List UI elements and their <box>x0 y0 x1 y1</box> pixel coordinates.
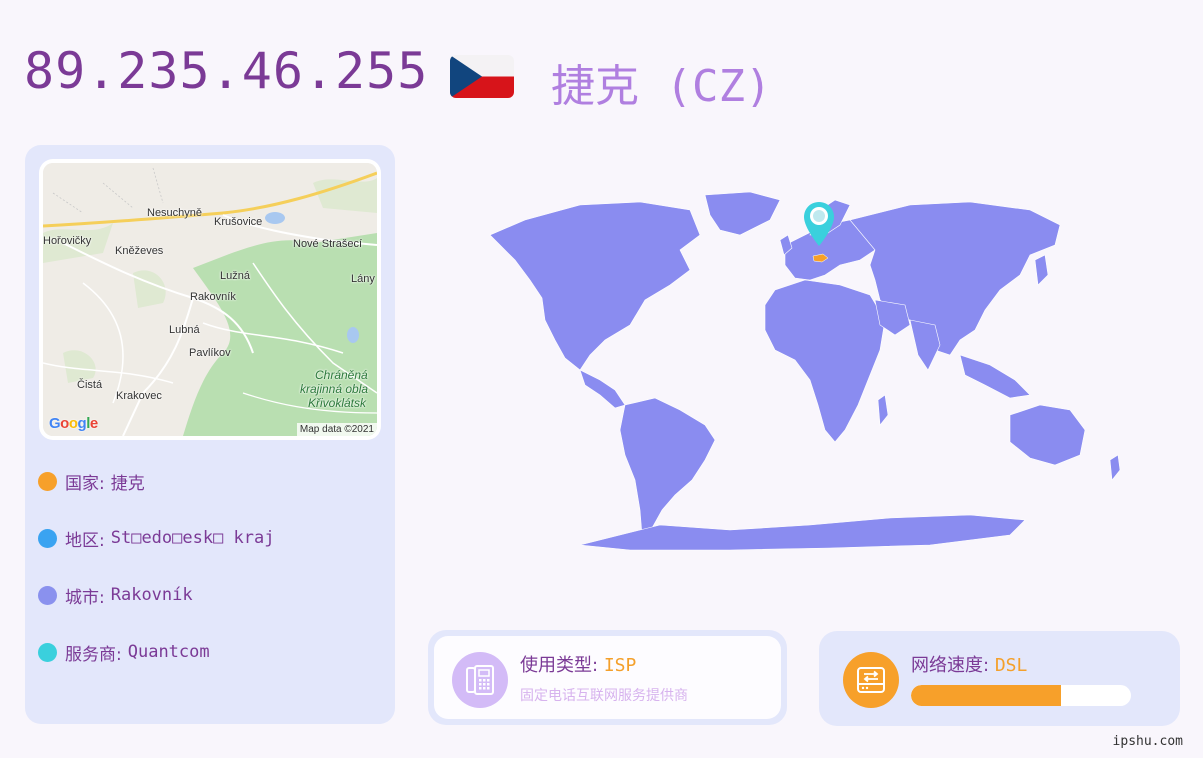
map-label-park-2: krajinná obla <box>300 382 369 396</box>
isp-dot-icon <box>38 642 57 662</box>
info-row-country: 国家: 捷克 <box>38 469 145 494</box>
map-credit: Map data ©2021 <box>296 423 377 436</box>
telephone-icon <box>452 652 508 708</box>
city-dot-icon <box>38 585 57 605</box>
usage-type-subtitle: 固定电话互联网服务提供商 <box>520 688 688 704</box>
speed-bar <box>911 685 1131 706</box>
map-label-krusovice: Krušovice <box>214 216 263 228</box>
location-pin-icon <box>803 201 835 251</box>
network-speed-label: 网络速度: <box>911 655 990 676</box>
ip-address: 89.235.46.255 <box>24 42 429 100</box>
world-map <box>430 180 1150 560</box>
map-label-park-1: Chráněná <box>315 368 368 382</box>
map-label-cista: Čistá <box>77 379 103 391</box>
map-label-horovicky: Hořovičky <box>43 235 92 247</box>
isp-label: 服务商: <box>65 644 122 665</box>
map-label-pavlikov: Pavlíkov <box>189 347 231 359</box>
map-label-park-3: Křivoklátsk <box>308 396 367 410</box>
usage-type-value: ISP <box>603 655 637 676</box>
info-row-city: 城市: Rakovník <box>38 583 193 608</box>
google-logo[interactable]: Google <box>49 415 98 432</box>
speed-bar-fill <box>911 685 1061 706</box>
region-value: St□edo□esk□ kraj <box>110 528 275 548</box>
isp-value: Quantcom <box>127 642 210 662</box>
usage-type-title: 使用类型: ISP <box>520 651 636 677</box>
map-label-krakovec: Krakovec <box>116 390 162 402</box>
country-label: 国家: <box>65 473 105 494</box>
czech-flag-icon <box>450 55 514 98</box>
info-row-isp: 服务商: Quantcom <box>38 640 210 665</box>
map-label-lubna: Lubná <box>169 324 200 336</box>
map-label-nove-straseci: Nové Strašecí <box>293 238 363 250</box>
map-label-nesuchyne: Nesuchyně <box>147 207 203 219</box>
country-value: 捷克 <box>110 473 145 494</box>
map-label-luzna: Lužná <box>220 270 250 282</box>
info-row-region: 地区: St□edo□esk□ kraj <box>38 526 275 551</box>
site-watermark: ipshu.com <box>1112 734 1183 749</box>
map-label-rakovnik: Rakovník <box>190 291 236 303</box>
network-speed-title: 网络速度: DSL <box>911 651 1027 677</box>
country-dot-icon <box>38 471 57 491</box>
map-label-lany: Lány <box>351 273 375 285</box>
region-label: 地区: <box>65 530 105 551</box>
region-dot-icon <box>38 528 57 548</box>
hard-drive-icon <box>843 652 899 708</box>
city-value: Rakovník <box>110 585 193 605</box>
country-title: 捷克 (CZ) <box>551 61 772 112</box>
map-label-knezeves: Kněževes <box>115 245 164 257</box>
usage-type-label: 使用类型: <box>520 655 599 676</box>
location-map[interactable]: Nesuchyně Krušovice Hořovičky Kněževes N… <box>39 159 381 440</box>
network-speed-value: DSL <box>994 655 1028 676</box>
city-label: 城市: <box>65 587 105 608</box>
